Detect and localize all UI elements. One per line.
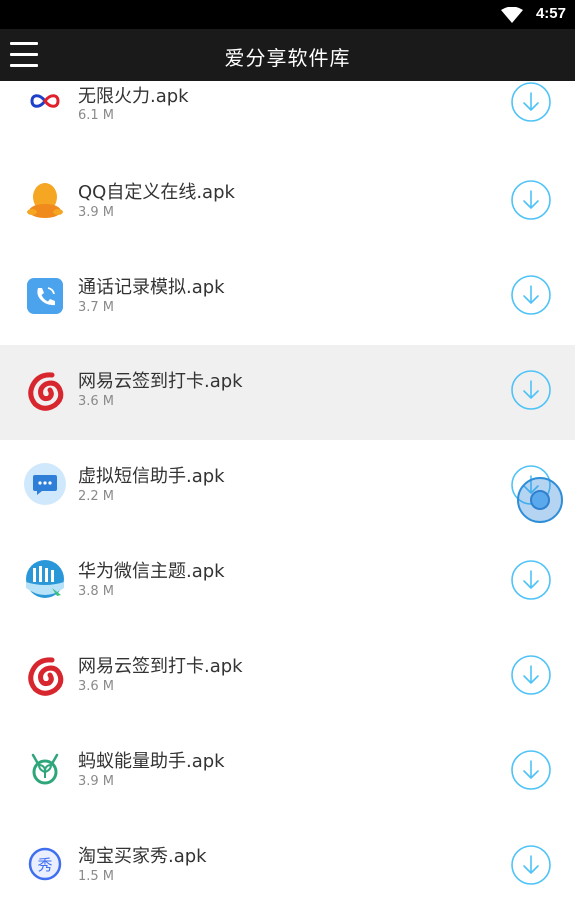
download-arrow-icon[interactable] xyxy=(511,82,551,122)
taobao-show-icon: 秀 xyxy=(28,847,62,881)
list-item[interactable]: 无限火力.apk 6.1 M xyxy=(0,81,575,142)
list-item[interactable]: 蚂蚁能量助手.apk 3.9 M xyxy=(0,725,575,820)
download-arrow-icon[interactable] xyxy=(511,655,551,695)
huawei-theme-icon xyxy=(26,560,64,598)
floating-assist-icon[interactable] xyxy=(517,477,563,523)
list-item[interactable]: 虚拟短信助手.apk 2.2 M xyxy=(0,440,575,535)
file-name: 网易云签到打卡.apk xyxy=(78,656,243,677)
file-name: 无限火力.apk xyxy=(78,86,189,107)
file-name: QQ自定义在线.apk xyxy=(78,182,235,203)
file-name: 华为微信主题.apk xyxy=(78,561,225,582)
download-arrow-icon[interactable] xyxy=(511,370,551,410)
wifi-icon xyxy=(501,7,523,23)
list-item[interactable]: 网易云签到打卡.apk 3.6 M xyxy=(0,630,575,725)
list-item[interactable]: 华为微信主题.apk 3.8 M xyxy=(0,535,575,630)
netease-music-icon xyxy=(28,657,64,696)
netease-music-icon xyxy=(28,372,64,411)
list-item[interactable]: 秀 淘宝买家秀.apk 1.5 M xyxy=(0,820,575,915)
file-size: 3.9 M xyxy=(78,205,115,220)
list-item[interactable]: 通话记录模拟.apk 3.7 M xyxy=(0,247,575,342)
file-name: 虚拟短信助手.apk xyxy=(78,466,225,487)
file-size: 3.6 M xyxy=(78,679,115,694)
download-arrow-icon[interactable] xyxy=(511,275,551,315)
file-size: 6.1 M xyxy=(78,108,115,123)
file-size: 3.9 M xyxy=(78,774,115,789)
file-size: 2.2 M xyxy=(78,489,115,504)
file-size: 1.5 M xyxy=(78,869,115,884)
qq-penguin-icon xyxy=(27,183,63,218)
infinity-icon xyxy=(30,94,60,108)
download-arrow-icon[interactable] xyxy=(511,750,551,790)
file-size: 3.7 M xyxy=(78,300,115,315)
phone-call-icon xyxy=(27,278,63,314)
ant-sprout-icon xyxy=(31,753,59,785)
download-arrow-icon[interactable] xyxy=(511,560,551,600)
file-name: 网易云签到打卡.apk xyxy=(78,371,243,392)
message-bubble-icon xyxy=(24,463,66,505)
status-bar: 4:57 xyxy=(0,0,575,29)
download-arrow-icon[interactable] xyxy=(511,180,551,220)
list-item[interactable]: QQ自定义在线.apk 3.9 M xyxy=(0,152,575,247)
file-list[interactable]: 无限火力.apk 6.1 M QQ自定义在线.apk 3.9 M 通话记录模拟.… xyxy=(0,81,575,920)
taobao-badge-text: 秀 xyxy=(37,856,52,874)
file-name: 淘宝买家秀.apk xyxy=(78,846,207,867)
file-name: 通话记录模拟.apk xyxy=(78,277,225,298)
file-name: 蚂蚁能量助手.apk xyxy=(78,751,225,772)
status-time: 4:57 xyxy=(535,5,566,22)
page-title: 爱分享软件库 xyxy=(224,46,351,70)
list-item-selected[interactable]: 网易云签到打卡.apk 3.6 M xyxy=(0,345,575,440)
file-size: 3.6 M xyxy=(78,394,115,409)
download-arrow-icon[interactable] xyxy=(511,845,551,885)
app-bar: 爱分享软件库 xyxy=(0,29,575,81)
file-size: 3.8 M xyxy=(78,584,115,599)
